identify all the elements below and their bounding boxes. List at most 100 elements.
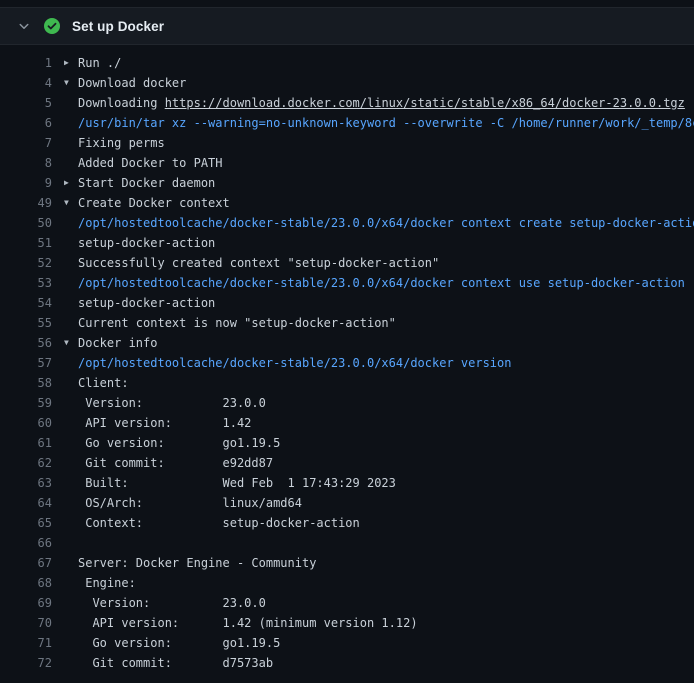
log-line: 70 API version: 1.42 (minimum version 1.… (0, 613, 694, 633)
line-number[interactable]: 56 (0, 333, 52, 353)
line-number[interactable]: 53 (0, 273, 52, 293)
line-number[interactable]: 59 (0, 393, 52, 413)
line-text: Downloading https://download.docker.com/… (78, 93, 685, 113)
group-toggle-icon (64, 133, 78, 153)
log-line: 59 Version: 23.0.0 (0, 393, 694, 413)
log-line[interactable]: 4 ▼ Download docker (0, 73, 694, 93)
line-number[interactable]: 58 (0, 373, 52, 393)
group-toggle-icon (64, 93, 78, 113)
log-line: 71 Go version: go1.19.5 (0, 633, 694, 653)
line-number[interactable]: 67 (0, 553, 52, 573)
log-line[interactable]: 1 ▶ Run ./ (0, 53, 694, 73)
line-text: Start Docker daemon (78, 173, 215, 193)
line-number[interactable]: 70 (0, 613, 52, 633)
group-toggle-icon (64, 573, 78, 593)
group-toggle-icon (64, 613, 78, 633)
line-number[interactable]: 9 (0, 173, 52, 193)
line-text-prefix: Downloading (78, 96, 165, 110)
group-toggle-icon (64, 513, 78, 533)
log-line: 64 OS/Arch: linux/amd64 (0, 493, 694, 513)
line-number[interactable]: 66 (0, 533, 52, 553)
line-number[interactable]: 51 (0, 233, 52, 253)
group-toggle-icon (64, 373, 78, 393)
line-number[interactable]: 61 (0, 433, 52, 453)
line-text: OS/Arch: linux/amd64 (78, 493, 302, 513)
group-toggle-icon (64, 453, 78, 473)
line-text: Built: Wed Feb 1 17:43:29 2023 (78, 473, 396, 493)
line-number[interactable]: 49 (0, 193, 52, 213)
group-toggle-icon (64, 293, 78, 313)
line-number[interactable]: 7 (0, 133, 52, 153)
log-lines: 1 ▶ Run ./ 4 ▼ Download docker 5 Downloa… (0, 45, 694, 673)
log-line: 68 Engine: (0, 573, 694, 593)
line-number[interactable]: 65 (0, 513, 52, 533)
line-number[interactable]: 72 (0, 653, 52, 673)
line-text: Client: (78, 373, 129, 393)
line-text: Create Docker context (78, 193, 230, 213)
group-toggle-icon (64, 353, 78, 373)
line-number[interactable]: 55 (0, 313, 52, 333)
line-text: Docker info (78, 333, 157, 353)
line-text: Version: 23.0.0 (78, 593, 266, 613)
group-toggle-icon (64, 553, 78, 573)
line-number[interactable]: 4 (0, 73, 52, 93)
line-text: Fixing perms (78, 133, 165, 153)
group-toggle-icon (64, 313, 78, 333)
check-circle-icon (44, 18, 60, 34)
line-number[interactable]: 71 (0, 633, 52, 653)
line-text: Version: 23.0.0 (78, 393, 266, 413)
group-toggle-icon[interactable]: ▶ (64, 173, 78, 193)
group-toggle-icon[interactable]: ▼ (64, 73, 78, 93)
log-line[interactable]: 9 ▶ Start Docker daemon (0, 173, 694, 193)
line-text: Go version: go1.19.5 (78, 433, 280, 453)
line-number[interactable]: 69 (0, 593, 52, 613)
chevron-down-icon[interactable] (16, 18, 32, 34)
line-number[interactable]: 68 (0, 573, 52, 593)
log-line: 8 Added Docker to PATH (0, 153, 694, 173)
line-number[interactable]: 1 (0, 53, 52, 73)
group-toggle-icon (64, 153, 78, 173)
group-toggle-icon[interactable]: ▼ (64, 193, 78, 213)
log-line: 63 Built: Wed Feb 1 17:43:29 2023 (0, 473, 694, 493)
line-number[interactable]: 57 (0, 353, 52, 373)
line-number[interactable]: 8 (0, 153, 52, 173)
group-toggle-icon[interactable]: ▼ (64, 333, 78, 353)
log-line: 53 /opt/hostedtoolcache/docker-stable/23… (0, 273, 694, 293)
log-line: 69 Version: 23.0.0 (0, 593, 694, 613)
line-text: Download docker (78, 73, 186, 93)
log-line: 55 Current context is now "setup-docker-… (0, 313, 694, 333)
log-line: 58 Client: (0, 373, 694, 393)
line-text: Git commit: d7573ab (78, 653, 273, 673)
line-text: setup-docker-action (78, 233, 215, 253)
line-number[interactable]: 52 (0, 253, 52, 273)
step-header[interactable]: Set up Docker (0, 7, 694, 45)
line-number[interactable]: 64 (0, 493, 52, 513)
log-link[interactable]: https://download.docker.com/linux/static… (165, 96, 685, 110)
line-number[interactable]: 54 (0, 293, 52, 313)
log-line: 50 /opt/hostedtoolcache/docker-stable/23… (0, 213, 694, 233)
group-toggle-icon (64, 393, 78, 413)
group-toggle-icon (64, 413, 78, 433)
log-line[interactable]: 49 ▼ Create Docker context (0, 193, 694, 213)
log-line: 67 Server: Docker Engine - Community (0, 553, 694, 573)
line-text: setup-docker-action (78, 293, 215, 313)
log-line: 61 Go version: go1.19.5 (0, 433, 694, 453)
line-text: Run ./ (78, 53, 121, 73)
log-line: 51 setup-docker-action (0, 233, 694, 253)
line-number[interactable]: 50 (0, 213, 52, 233)
group-toggle-icon (64, 493, 78, 513)
log-line[interactable]: 56 ▼ Docker info (0, 333, 694, 353)
log-line: 72 Git commit: d7573ab (0, 653, 694, 673)
line-number[interactable]: 63 (0, 473, 52, 493)
line-text: Engine: (78, 573, 136, 593)
line-number[interactable]: 62 (0, 453, 52, 473)
log-line: 62 Git commit: e92dd87 (0, 453, 694, 473)
log-line: 54 setup-docker-action (0, 293, 694, 313)
group-toggle-icon (64, 433, 78, 453)
line-number[interactable]: 5 (0, 93, 52, 113)
group-toggle-icon (64, 653, 78, 673)
line-text: Go version: go1.19.5 (78, 633, 280, 653)
line-number[interactable]: 60 (0, 413, 52, 433)
group-toggle-icon[interactable]: ▶ (64, 53, 78, 73)
line-number[interactable]: 6 (0, 113, 52, 133)
